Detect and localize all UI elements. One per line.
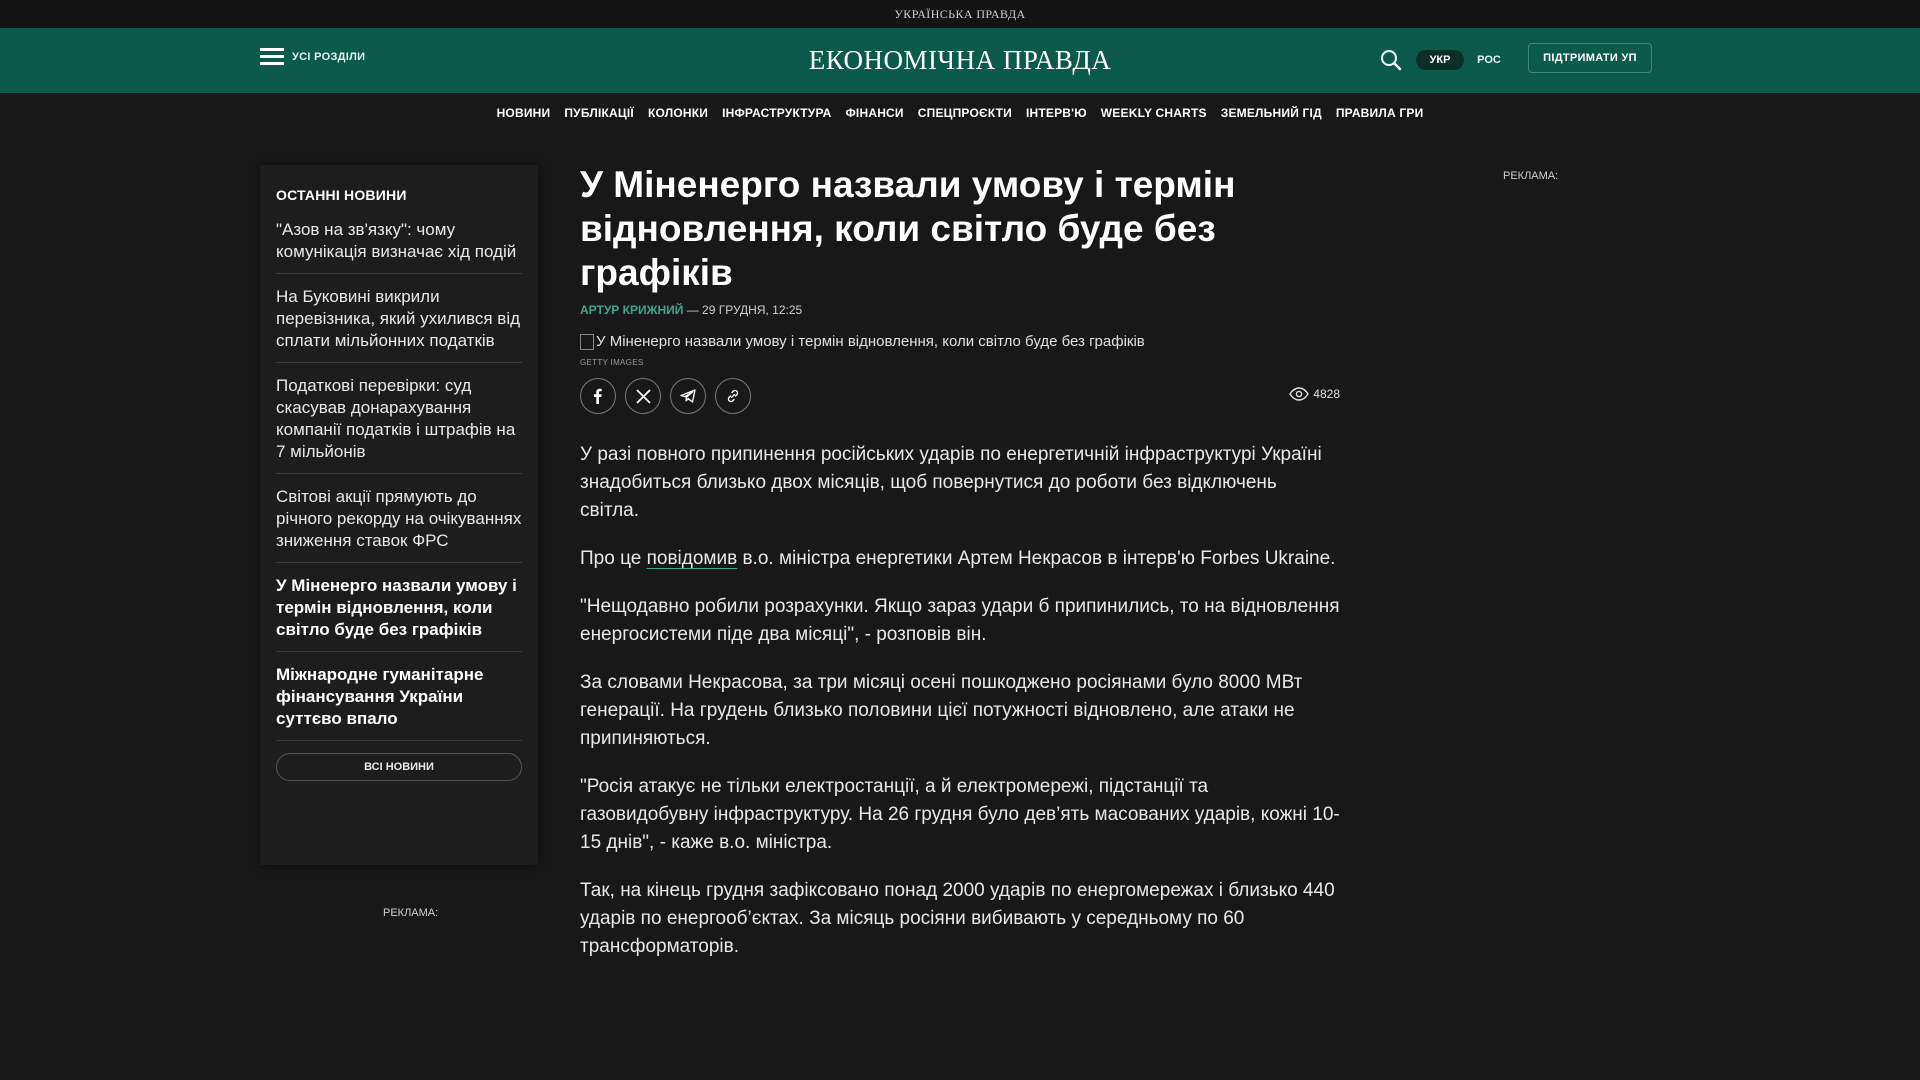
views-count: 4828 <box>1313 387 1340 401</box>
byline: АРТУР КРИЖНИЙ — 29 ГРУДНЯ, 12:25 <box>580 303 1340 317</box>
image-alt-text: У Міненерго назвали умову і термін відно… <box>596 333 1145 350</box>
x-share-button[interactable] <box>625 378 661 414</box>
nav-publications[interactable]: ПУБЛІКАЦІЇ <box>564 106 634 120</box>
paragraph: "Росія атакує не тільки електростанції, … <box>580 776 1340 853</box>
all-sections-button[interactable]: УСІ РОЗДІЛИ <box>260 48 365 65</box>
search-icon[interactable] <box>1380 49 1402 71</box>
support-button[interactable]: ПІДТРИМАТИ УП <box>1528 43 1652 73</box>
site-logo[interactable]: ЕКОНОМІЧНА ПРАВДА <box>809 45 1112 75</box>
article-title: У Міненерго назвали умову і термін відно… <box>580 164 1236 293</box>
nav-land-guide[interactable]: ЗЕМЕЛЬНИЙ ГІД <box>1221 106 1322 120</box>
lang-ros-button[interactable]: РОС <box>1472 50 1506 70</box>
paragraph: Про це повідомив в.о. міністра енергетик… <box>580 545 1340 573</box>
facebook-share-button[interactable] <box>580 378 616 414</box>
news-item[interactable]: Світові акції прямують до річного рекорд… <box>276 486 522 563</box>
paragraph: За словами Некрасова, за три місяці осен… <box>580 672 1303 749</box>
all-news-button[interactable]: ВСІ НОВИНИ <box>276 753 522 781</box>
facebook-icon <box>594 388 602 404</box>
nav-special-projects[interactable]: СПЕЦПРОЄКТИ <box>918 106 1012 120</box>
paragraph: У разі повного припинення російських уда… <box>580 444 1322 521</box>
ad-label-left: РЕКЛАМА: <box>383 907 439 919</box>
paragraph: Так, на кінець грудня зафіксовано понад … <box>580 880 1335 957</box>
paragraph: "Нещодавно робили розрахунки. Якщо зараз… <box>580 596 1340 645</box>
telegram-icon <box>680 389 696 403</box>
nav-finance[interactable]: ФІНАНСИ <box>845 106 903 120</box>
sidebar-title: ОСТАННІ НОВИНИ <box>276 187 407 203</box>
image-credit: GETTY IMAGES <box>580 358 644 367</box>
site-header: УСІ РОЗДІЛИ ЕКОНОМІЧНА ПРАВДА УКР РОС ПІ… <box>0 28 1920 93</box>
nav-news[interactable]: НОВИНИ <box>497 106 551 120</box>
news-item[interactable]: Податкові перевірки: суд скасував донара… <box>276 375 522 474</box>
article-body: У разі повного припинення російських уда… <box>580 441 1340 961</box>
link-icon <box>727 389 739 403</box>
views-counter: 4828 <box>1289 387 1340 401</box>
news-item[interactable]: "Азов на зв'язку": чому комунікація визн… <box>276 219 522 274</box>
nav-infrastructure[interactable]: ІНФРАСТРУКТУРА <box>722 106 831 120</box>
telegram-share-button[interactable] <box>670 378 706 414</box>
article: У Міненерго назвали умову і термін відно… <box>580 163 1340 961</box>
author-link[interactable]: АРТУР КРИЖНИЙ <box>580 303 683 317</box>
share-bar: 4828 <box>580 377 1340 415</box>
latest-news-sidebar: ОСТАННІ НОВИНИ "Азов на зв'язку": чому к… <box>260 165 538 865</box>
nav-columns[interactable]: КОЛОНКИ <box>648 106 708 120</box>
top-brand-link[interactable]: УКРАЇНСЬКА ПРАВДА <box>894 7 1025 22</box>
paragraph-text: Про це <box>580 548 647 569</box>
nav-interview[interactable]: ІНТЕРВ'Ю <box>1026 106 1087 120</box>
paragraph-text: в.о. міністра енергетики Артем Некрасов … <box>737 548 1336 569</box>
news-item-current[interactable]: У Міненерго назвали умову і термін відно… <box>276 575 522 652</box>
source-link[interactable]: повідомив <box>647 548 738 569</box>
all-sections-label: УСІ РОЗДІЛИ <box>292 50 366 63</box>
main-nav: НОВИНИ ПУБЛІКАЦІЇ КОЛОНКИ ІНФРАСТРУКТУРА… <box>0 93 1920 133</box>
ad-label-right: РЕКЛАМА: <box>1503 170 1559 182</box>
copy-link-button[interactable] <box>715 378 751 414</box>
hamburger-icon <box>260 48 284 65</box>
news-item[interactable]: Міжнародне гуманітарне фінансування Укра… <box>276 664 522 741</box>
eye-icon <box>1289 387 1310 401</box>
x-icon <box>635 388 651 404</box>
news-item[interactable]: На Буковині викрили перевізника, який ух… <box>276 286 522 363</box>
top-strip: УКРАЇНСЬКА ПРАВДА <box>0 0 1920 28</box>
nav-rules[interactable]: ПРАВИЛА ГРИ <box>1336 106 1424 120</box>
broken-image-icon <box>580 333 594 350</box>
publish-date: — 29 ГРУДНЯ, 12:25 <box>683 303 803 317</box>
lang-ukr-button[interactable]: УКР <box>1416 50 1464 70</box>
nav-weekly-charts[interactable]: WEEKLY CHARTS <box>1101 106 1207 120</box>
article-image: У Міненерго назвали умову і термін відно… <box>580 333 1340 350</box>
